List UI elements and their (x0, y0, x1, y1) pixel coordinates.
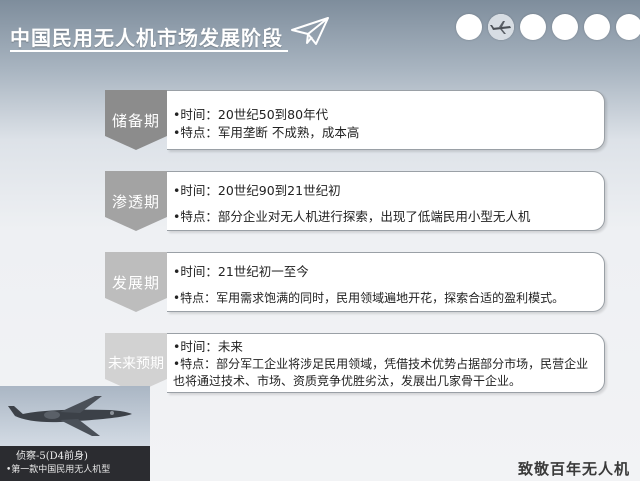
stage-label-box: 储备期 (105, 90, 167, 150)
drone-photo: 侦察-5(D4前身) •第一款中国民用无人机型 (0, 386, 150, 481)
stage-penetration: 渗透期 •时间：20世纪90到21世纪初 •特点：部分企业对无人机进行探索，出现… (105, 171, 608, 231)
title-bar: 中国民用无人机市场发展阶段 (0, 0, 640, 60)
paper-plane-icon (291, 17, 329, 45)
nav-dot-1[interactable] (456, 14, 482, 40)
stage-label-box: 未来预期 (105, 333, 167, 393)
page-title: 中国民用无人机市场发展阶段 (10, 26, 283, 50)
nav-dot-3[interactable] (520, 14, 546, 40)
nav-dot-2[interactable] (488, 14, 514, 40)
stage-feature: •特点：部分军工企业将涉足民用领域，凭借技术优势占据部分市场，民营企业也将通过技… (173, 357, 589, 388)
stage-feature: •特点：军用垄断 不成熟，成本高 (173, 125, 360, 140)
stage-label-box: 发展期 (105, 252, 167, 312)
stage-label: 未来预期 (108, 356, 164, 372)
stage-feature: •特点：部分企业对无人机进行探索，出现了低端民用小型无人机 (173, 209, 531, 224)
stage-content: •时间：20世纪90到21世纪初 •特点：部分企业对无人机进行探索，出现了低端民… (167, 171, 605, 231)
title-underline (10, 50, 288, 52)
stage-label-box: 渗透期 (105, 171, 167, 231)
stage-label: 发展期 (111, 274, 160, 292)
drone-thumbnail-icon (488, 14, 514, 40)
stage-time: •时间：20世纪50到80年代 (173, 107, 329, 122)
stage-label: 渗透期 (111, 193, 160, 211)
nav-dot-4[interactable] (552, 14, 578, 40)
stage-development: 发展期 •时间：21世纪初一至今 •特点：军用需求饱满的同时，民用领域遍地开花，… (105, 252, 608, 312)
nav-dot-6[interactable] (616, 14, 640, 40)
photo-caption-title: 侦察-5(D4前身) (16, 451, 88, 462)
stage-content: •时间：未来 •特点：部分军工企业将涉足民用领域，凭借技术优势占据部分市场，民营… (167, 333, 605, 393)
stage-label: 储备期 (111, 112, 160, 130)
drone-aircraft-image (0, 386, 150, 446)
stage-time: •时间：未来 (173, 339, 243, 354)
stage-content: •时间：20世纪50到80年代 •特点：军用垄断 不成熟，成本高 (167, 90, 605, 150)
stage-time: •时间：21世纪初一至今 (173, 264, 309, 279)
stage-content: •时间：21世纪初一至今 •特点：军用需求饱满的同时，民用领域遍地开花，探索合适… (167, 252, 605, 312)
stage-time: •时间：20世纪90到21世纪初 (173, 183, 341, 198)
stage-future: 未来预期 •时间：未来 •特点：部分军工企业将涉足民用领域，凭借技术优势占据部分… (105, 333, 608, 393)
nav-dots (456, 14, 640, 40)
stage-reserve: 储备期 •时间：20世纪50到80年代 •特点：军用垄断 不成熟，成本高 (105, 90, 608, 150)
nav-dot-5[interactable] (584, 14, 610, 40)
stage-feature: •特点：军用需求饱满的同时，民用领域遍地开花，探索合适的盈利模式。 (173, 291, 565, 305)
photo-caption-sub: •第一款中国民用无人机型 (6, 465, 111, 475)
footer-slogan: 致敬百年无人机 (517, 460, 630, 478)
